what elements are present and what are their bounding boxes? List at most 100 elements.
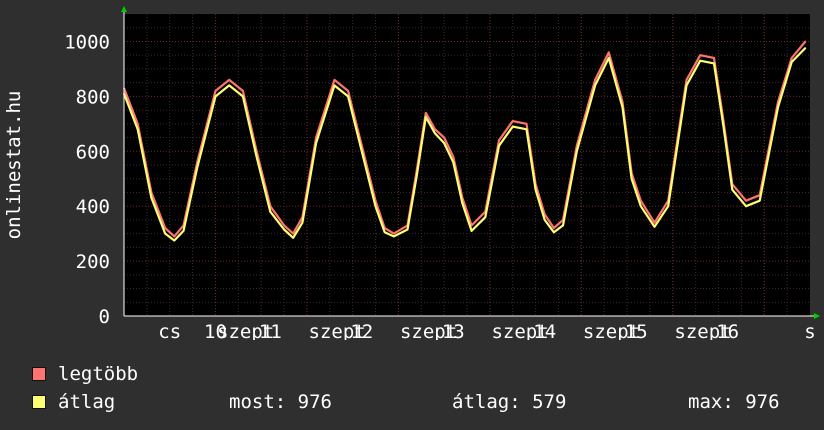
data-point-atlag <box>415 175 418 177</box>
data-point-atlag <box>452 161 455 164</box>
data-point-atlag <box>699 59 702 62</box>
stat-max: max: 976 <box>688 391 780 413</box>
data-point-atlag <box>713 62 715 65</box>
data-point-atlag <box>393 235 395 238</box>
data-point-atlag <box>745 205 747 207</box>
data-point-atlag <box>461 202 464 205</box>
chart-area: 02004006008001000onlinestat.hucs 10szept1… <box>3 6 820 340</box>
data-point-legtobb <box>136 123 139 125</box>
data-point-legtobb <box>283 224 285 227</box>
data-point-atlag <box>315 142 317 144</box>
data-point-atlag <box>731 188 734 191</box>
data-point-atlag <box>255 155 258 158</box>
data-point-atlag <box>136 128 139 131</box>
data-point-legtobb <box>713 57 715 59</box>
data-point-atlag <box>425 116 427 118</box>
data-point-legtobb <box>425 112 427 114</box>
data-point-legtobb <box>804 40 807 43</box>
x-tick-label: 12 <box>350 321 373 340</box>
data-point-legtobb <box>685 79 688 81</box>
data-point-atlag <box>553 231 555 234</box>
y-axis-label: onlinestat.hu <box>3 91 25 240</box>
x-axis-arrow <box>814 313 820 319</box>
legend-label-atlag: átlag <box>58 391 116 413</box>
data-point-atlag <box>443 142 445 144</box>
data-point-atlag <box>607 57 610 59</box>
data-point-atlag <box>164 232 166 235</box>
data-point-legtobb <box>511 120 514 122</box>
data-point-legtobb <box>553 227 555 229</box>
x-tick-label: 11 <box>259 321 282 340</box>
data-point-atlag <box>621 106 624 109</box>
data-point-atlag <box>374 205 377 207</box>
data-point-atlag <box>804 47 807 49</box>
data-point-legtobb <box>452 155 455 158</box>
x-tick-label: 13 <box>442 321 465 340</box>
data-point-atlag <box>575 150 578 153</box>
data-point-legtobb <box>745 199 747 202</box>
x-tick-label: 15 <box>625 321 648 340</box>
data-point-legtobb <box>228 79 230 81</box>
data-point-atlag <box>639 205 642 207</box>
legend-swatch-legtobb <box>32 367 46 381</box>
data-point-atlag <box>383 231 386 234</box>
data-point-atlag <box>434 132 436 135</box>
data-point-atlag <box>722 123 724 125</box>
data-point-atlag <box>525 128 528 131</box>
y-tick-label: 200 <box>76 251 110 273</box>
legend-item-atlag: átlag <box>32 391 115 413</box>
legend-item-legtobb: legtöbb <box>32 363 138 385</box>
x-tick-label: s <box>804 321 815 340</box>
stat-current: most: 976 <box>229 391 332 413</box>
data-point-atlag <box>269 210 272 213</box>
data-point-atlag <box>534 188 537 191</box>
data-point-legtobb <box>607 51 610 54</box>
data-point-atlag <box>228 84 230 87</box>
y-axis-arrow <box>121 6 127 12</box>
data-point-atlag <box>214 95 217 98</box>
data-point-legtobb <box>393 232 395 235</box>
data-point-legtobb <box>525 123 528 125</box>
data-point-atlag <box>685 84 688 87</box>
stat-average: átlag: 579 <box>452 391 567 413</box>
data-point-atlag <box>301 221 304 224</box>
x-tick-label: 14 <box>533 321 556 340</box>
data-point-atlag <box>653 225 656 228</box>
data-point-legtobb <box>242 90 244 92</box>
y-tick-label: 600 <box>76 141 110 163</box>
data-point-legtobb <box>164 227 166 229</box>
data-point-legtobb <box>173 235 176 238</box>
data-point-atlag <box>511 125 514 128</box>
data-point-atlag <box>292 236 295 239</box>
y-tick-label: 800 <box>76 86 110 108</box>
data-point-atlag <box>758 199 761 202</box>
data-point-legtobb <box>292 232 295 235</box>
data-point-legtobb <box>214 90 217 92</box>
data-point-atlag <box>406 228 409 231</box>
data-point-legtobb <box>347 90 349 92</box>
data-point-atlag <box>790 61 793 63</box>
data-point-atlag <box>777 106 779 109</box>
data-point-atlag <box>594 84 596 87</box>
data-point-legtobb <box>653 221 656 224</box>
legend-swatch-atlag <box>32 395 46 409</box>
data-point-legtobb <box>498 139 500 142</box>
y-tick-label: 1000 <box>64 31 110 53</box>
data-point-atlag <box>347 95 349 98</box>
data-point-legtobb <box>333 79 336 81</box>
data-point-legtobb <box>699 54 702 56</box>
data-point-atlag <box>182 230 185 232</box>
data-point-atlag <box>470 230 473 232</box>
data-point-atlag <box>484 216 487 218</box>
y-tick-label: 400 <box>76 196 110 218</box>
x-tick-label: 16 <box>716 321 739 340</box>
data-point-atlag <box>333 84 336 87</box>
data-point-atlag <box>630 177 633 180</box>
data-point-atlag <box>196 166 198 169</box>
data-point-legtobb <box>434 128 436 131</box>
data-point-legtobb <box>594 79 596 81</box>
data-point-atlag <box>150 197 153 199</box>
data-point-legtobb <box>443 136 445 139</box>
data-point-atlag <box>283 228 285 231</box>
data-point-atlag <box>543 219 546 221</box>
